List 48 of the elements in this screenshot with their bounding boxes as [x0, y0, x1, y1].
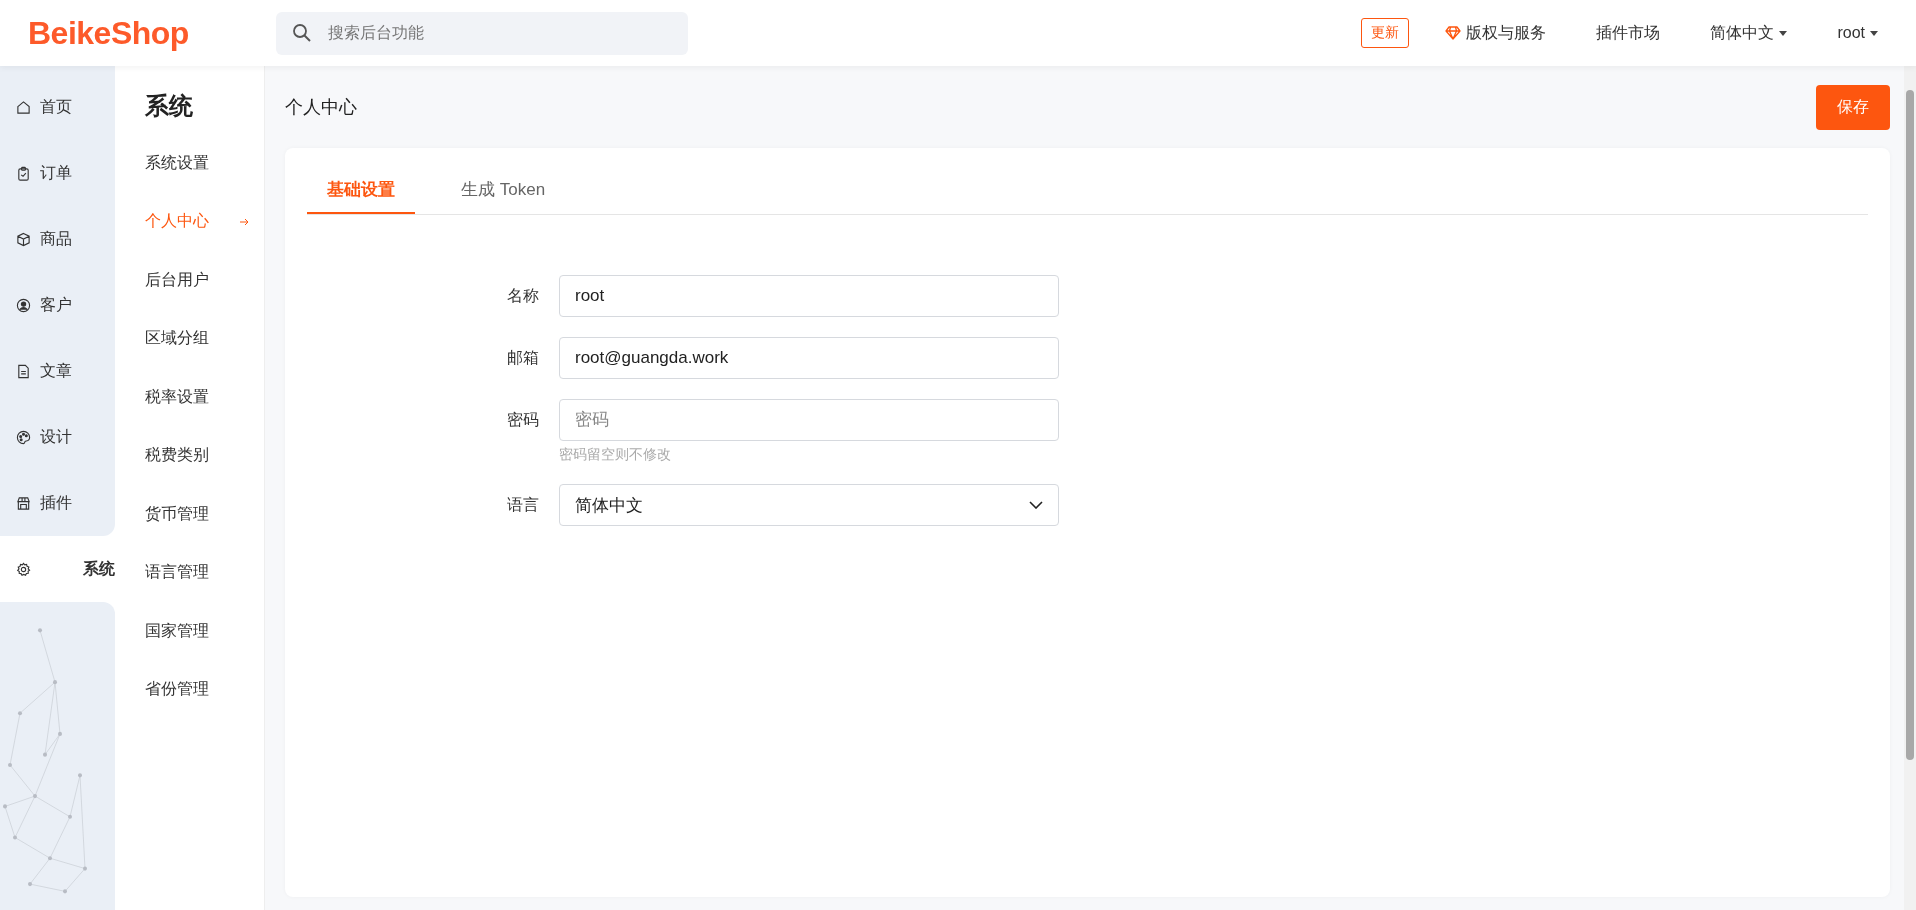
field-label: 语言 [506, 495, 540, 515]
box-icon [16, 231, 31, 247]
search-field[interactable]: 搜索后台功能 [276, 11, 688, 55]
search-icon [292, 22, 312, 43]
submenu-item[interactable]: 语言管理 [145, 543, 264, 602]
nav-item[interactable]: 文章 [0, 338, 115, 404]
chevron-icon [1029, 501, 1043, 509]
store-icon [16, 495, 31, 511]
submenu-item[interactable]: 省份管理 [145, 660, 264, 719]
submenu-item[interactable]: 系统设置 [145, 134, 264, 193]
submenu-item[interactable]: 货币管理 [145, 485, 264, 544]
submenu-item[interactable]: 税费类别 [145, 426, 264, 485]
field-hint: 密码留空则不修改 [559, 446, 672, 464]
field-label: 邮箱 [506, 348, 540, 368]
input-field[interactable]: root [559, 275, 1059, 317]
document-icon [16, 363, 31, 379]
section-title: 系统 [145, 91, 194, 121]
nav-item[interactable]: 首页 [0, 74, 115, 140]
user-icon [16, 297, 31, 313]
header-link[interactable]: 简体中文 [1710, 22, 1788, 44]
nav-item[interactable]: 订单 [0, 140, 115, 206]
arrow-icon [240, 217, 250, 226]
field-label: 名称 [506, 286, 540, 306]
nav-item[interactable]: 客户 [0, 272, 115, 338]
settings-icon [16, 561, 31, 577]
palette-icon [16, 429, 31, 445]
submenu-item[interactable]: 税率设置 [145, 368, 264, 427]
caret-icon [1870, 30, 1878, 36]
submenu-item[interactable]: 后台用户 [145, 251, 264, 310]
submenu-item[interactable]: 区域分组 [145, 309, 264, 368]
header-link[interactable]: 插件市场 [1596, 22, 1661, 44]
header-link[interactable]: root [1837, 24, 1878, 42]
nav-item[interactable]: 插件 [0, 470, 115, 536]
diamond-icon [1445, 26, 1462, 40]
scrollbar[interactable] [1904, 66, 1916, 910]
input-field[interactable]: root@guangda.work [559, 337, 1059, 379]
clipboard-icon [16, 165, 31, 181]
field-label: 密码 [506, 410, 540, 430]
nav-item[interactable]: 商品 [0, 206, 115, 272]
header-link[interactable]: 版权与服务 [1445, 22, 1547, 44]
language-select[interactable]: 简体中文 [559, 484, 1059, 526]
house-icon [16, 99, 31, 115]
password-field[interactable]: 密码 [559, 399, 1059, 441]
page-title: 个人中心 [285, 96, 357, 119]
submenu-item[interactable]: 国家管理 [145, 602, 264, 661]
tab[interactable]: 生成 Token [441, 166, 566, 214]
nav-item[interactable]: 设计 [0, 404, 115, 470]
caret-icon [1779, 30, 1788, 36]
